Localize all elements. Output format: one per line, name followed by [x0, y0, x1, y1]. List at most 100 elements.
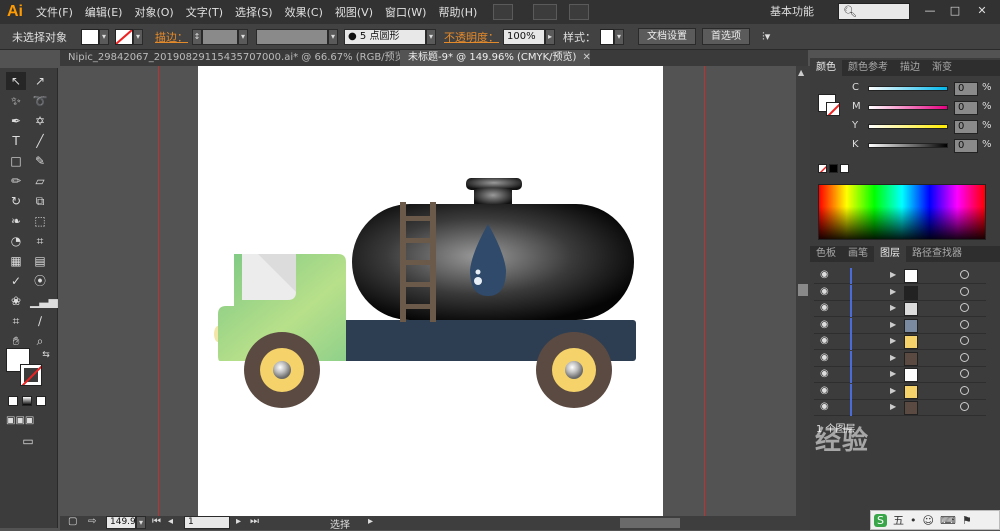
drawing-mode-icon[interactable]: ▣▣▣ [6, 412, 34, 430]
opacity-label[interactable]: 不透明度： [444, 29, 499, 45]
layer-row[interactable]: ◉ ▶ [814, 317, 986, 334]
stroke-weight-stepper[interactable]: ↕ [192, 28, 202, 45]
magic-wand-tool-icon[interactable]: ✨︎ [6, 92, 26, 110]
menu-view[interactable]: 视图(V) [329, 4, 379, 20]
selection-tool-icon[interactable]: ↖ [6, 72, 26, 90]
expand-arrow-icon[interactable]: ▶ [890, 336, 896, 345]
opacity-field[interactable]: 100% [503, 28, 545, 45]
column-graph-tool-icon[interactable]: ▁▃▅ [30, 292, 58, 310]
menu-effect[interactable]: 效果(C) [279, 4, 329, 20]
target-circle-icon[interactable] [960, 385, 969, 395]
stroke-label[interactable]: 描边： [155, 29, 188, 45]
layer-row[interactable]: ◉ ▶ [814, 334, 986, 350]
fill-dropdown[interactable]: ▾ [99, 28, 109, 45]
brush-definition[interactable]: ● 5 点圆形 [344, 28, 426, 45]
truck-illustration[interactable] [198, 66, 663, 516]
shape-builder-tool-icon[interactable]: ◔ [6, 232, 26, 250]
style-dropdown[interactable]: ▾ [614, 28, 624, 45]
fill-swatch[interactable] [81, 28, 99, 45]
eyedropper-tool-icon[interactable]: ✓ [6, 272, 26, 290]
share-icon[interactable]: ⇨ [88, 516, 96, 527]
close-icon[interactable]: ✕ [972, 4, 992, 20]
scroll-up-icon[interactable]: ▲ [798, 68, 804, 77]
none-mode-button[interactable] [36, 396, 46, 406]
workspace-switcher[interactable]: 基本功能 [770, 3, 814, 19]
maximize-icon[interactable]: □ [945, 4, 965, 20]
zoom-dropdown[interactable]: ▾ [136, 516, 146, 529]
direct-selection-tool-icon[interactable]: ↗ [30, 72, 50, 90]
tab-layers[interactable]: 图层 [874, 246, 906, 262]
black-track[interactable] [868, 143, 948, 148]
black-swatch[interactable] [829, 164, 838, 173]
tab-color[interactable]: 颜色 [810, 60, 842, 76]
opacity-dropdown[interactable]: ▸ [545, 28, 555, 45]
stroke-dropdown[interactable]: ▾ [133, 28, 143, 45]
eye-icon[interactable]: ◉ [820, 335, 829, 346]
pen-tool-icon[interactable]: ✒︎ [6, 112, 26, 130]
layer-row[interactable]: ◉ ▶ [814, 383, 986, 400]
layer-row[interactable]: ◉ ▶ [814, 284, 986, 301]
tab-untitled-9[interactable]: 未标题-9* @ 149.96% (CMYK/预览) ✕ [400, 50, 591, 66]
panel-stroke-swatch[interactable] [826, 102, 840, 116]
layer-row[interactable]: ◉ ▶ [814, 400, 986, 416]
expand-arrow-icon[interactable]: ▶ [890, 402, 896, 411]
cyan-value[interactable]: 0 [954, 82, 978, 96]
target-circle-icon[interactable] [960, 369, 969, 378]
scroll-thumb[interactable] [798, 284, 808, 296]
variable-width-profile[interactable] [256, 28, 328, 45]
menu-type[interactable]: 文字(T) [180, 4, 229, 20]
eye-icon[interactable]: ◉ [820, 286, 829, 297]
screen-mode-icon[interactable]: ▭ [18, 432, 38, 450]
first-artboard-icon[interactable]: ⏮︎ [152, 516, 161, 527]
expand-arrow-icon[interactable]: ▶ [890, 303, 896, 312]
magenta-track[interactable] [868, 105, 948, 110]
cyan-slider[interactable]: C 0 % [852, 82, 992, 98]
paintbrush-tool-icon[interactable]: ✎ [30, 152, 50, 170]
arrange-documents-button[interactable] [533, 4, 558, 20]
eye-icon[interactable]: ◉ [820, 352, 829, 363]
target-circle-icon[interactable] [960, 303, 969, 312]
stroke-swatch[interactable] [115, 28, 133, 45]
slice-tool-icon[interactable]: ∕ [30, 312, 50, 330]
artboard[interactable] [198, 66, 663, 516]
warp-tool-icon[interactable]: ❧︎ [6, 212, 26, 230]
tab-stroke[interactable]: 描边 [894, 60, 926, 76]
eye-icon[interactable]: ◉ [820, 319, 829, 330]
tab-brushes[interactable]: 画笔 [842, 246, 874, 262]
layer-row[interactable]: ◉ ▶ [814, 367, 986, 383]
pencil-tool-icon[interactable]: ✏︎ [6, 172, 26, 190]
ime-user-icon[interactable]: ⚑ [962, 514, 972, 527]
tab-swatches[interactable]: 色板 [810, 246, 842, 262]
color-mode-button[interactable] [8, 396, 18, 406]
eye-icon[interactable]: ◉ [820, 368, 829, 379]
eye-icon[interactable]: ◉ [820, 401, 829, 412]
eye-icon[interactable]: ◉ [820, 385, 829, 396]
zoom-field[interactable]: 149.96 [106, 516, 142, 529]
curvature-tool-icon[interactable]: ✡︎ [30, 112, 50, 130]
minimize-icon[interactable]: — [920, 4, 940, 20]
eye-icon[interactable]: ◉ [820, 269, 829, 280]
ime-logo-icon[interactable]: S [874, 513, 887, 527]
black-value[interactable]: 0 [954, 139, 978, 153]
layer-row[interactable]: ◉ ▶ [814, 350, 986, 367]
black-slider[interactable]: K 0 % [852, 139, 992, 155]
gradient-mode-button[interactable] [22, 396, 32, 406]
expand-arrow-icon[interactable]: ▶ [890, 270, 896, 279]
line-tool-icon[interactable]: ╱ [30, 132, 50, 150]
expand-arrow-icon[interactable]: ▶ [890, 369, 896, 378]
yellow-value[interactable]: 0 [954, 120, 978, 134]
preferences-button[interactable]: 首选项 [702, 28, 750, 45]
stroke-weight-field[interactable] [202, 28, 238, 45]
expand-arrow-icon[interactable]: ▶ [890, 353, 896, 362]
cyan-track[interactable] [868, 86, 948, 91]
tab-close-icon[interactable]: ✕ [582, 52, 590, 63]
next-artboard-icon[interactable]: ▸ [236, 516, 241, 527]
color-spectrum[interactable] [818, 184, 986, 240]
menu-window[interactable]: 窗口(W) [379, 4, 432, 20]
ime-mode-label[interactable]: 五 [893, 512, 904, 528]
search-help-input[interactable]: 🔍︎ [838, 3, 910, 20]
menu-select[interactable]: 选择(S) [229, 4, 279, 20]
expand-arrow-icon[interactable]: ▶ [890, 386, 896, 395]
vertical-scrollbar[interactable]: ▲ [796, 66, 810, 516]
tab-gradient[interactable]: 渐变 [926, 60, 958, 76]
